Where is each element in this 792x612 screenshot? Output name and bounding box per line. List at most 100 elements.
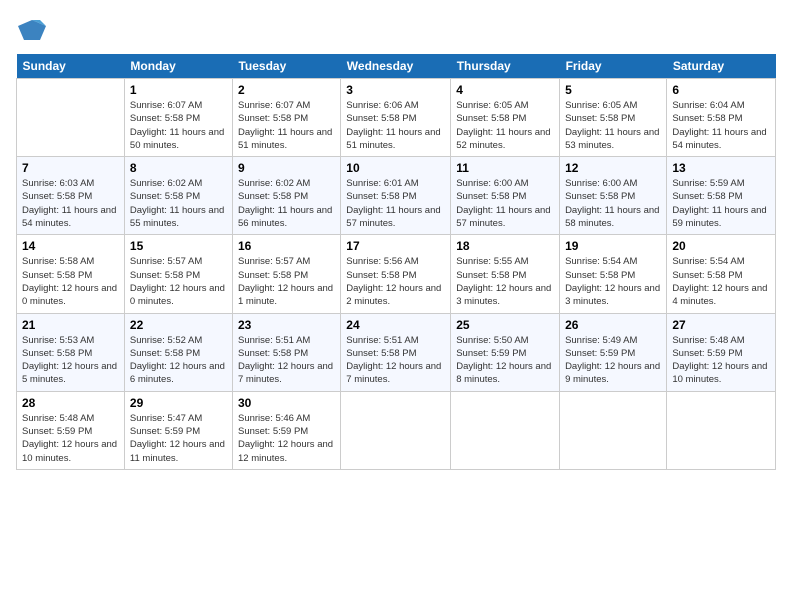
calendar-cell: 26 Sunrise: 5:49 AMSunset: 5:59 PMDayligh… [560,313,667,391]
calendar-cell [341,391,451,469]
day-number: 1 [130,83,227,97]
calendar-cell: 11 Sunrise: 6:00 AMSunset: 5:58 PMDayligh… [451,157,560,235]
week-row-2: 7 Sunrise: 6:03 AMSunset: 5:58 PMDaylight… [17,157,776,235]
calendar-cell: 1 Sunrise: 6:07 AMSunset: 5:58 PMDaylight… [124,79,232,157]
day-info: Sunrise: 6:01 AMSunset: 5:58 PMDaylight:… [346,177,445,230]
calendar-cell: 18 Sunrise: 5:55 AMSunset: 5:58 PMDayligh… [451,235,560,313]
weekday-header-saturday: Saturday [667,54,776,79]
day-number: 26 [565,318,661,332]
day-number: 13 [672,161,770,175]
day-number: 24 [346,318,445,332]
calendar-table: SundayMondayTuesdayWednesdayThursdayFrid… [16,54,776,470]
day-info: Sunrise: 6:00 AMSunset: 5:58 PMDaylight:… [456,177,554,230]
day-info: Sunrise: 6:05 AMSunset: 5:58 PMDaylight:… [565,99,661,152]
day-number: 30 [238,396,335,410]
calendar-cell: 22 Sunrise: 5:52 AMSunset: 5:58 PMDayligh… [124,313,232,391]
day-info: Sunrise: 5:59 AMSunset: 5:58 PMDaylight:… [672,177,770,230]
calendar-cell [560,391,667,469]
weekday-header-tuesday: Tuesday [232,54,340,79]
day-info: Sunrise: 5:46 AMSunset: 5:59 PMDaylight:… [238,412,335,465]
weekday-header-monday: Monday [124,54,232,79]
week-row-4: 21 Sunrise: 5:53 AMSunset: 5:58 PMDayligh… [17,313,776,391]
day-number: 3 [346,83,445,97]
day-info: Sunrise: 6:00 AMSunset: 5:58 PMDaylight:… [565,177,661,230]
day-number: 20 [672,239,770,253]
day-number: 9 [238,161,335,175]
calendar-cell: 17 Sunrise: 5:56 AMSunset: 5:58 PMDayligh… [341,235,451,313]
calendar-cell: 9Sunrise: 6:02 AMSunset: 5:58 PMDaylight… [232,157,340,235]
day-number: 25 [456,318,554,332]
day-info: Sunrise: 5:55 AMSunset: 5:58 PMDaylight:… [456,255,554,308]
calendar-cell: 21 Sunrise: 5:53 AMSunset: 5:58 PMDayligh… [17,313,125,391]
day-info: Sunrise: 6:07 AMSunset: 5:58 PMDaylight:… [238,99,335,152]
day-number: 10 [346,161,445,175]
page-header [16,16,776,44]
day-info: Sunrise: 5:51 AMSunset: 5:58 PMDaylight:… [238,334,335,387]
day-number: 16 [238,239,335,253]
calendar-cell: 20 Sunrise: 5:54 AMSunset: 5:58 PMDayligh… [667,235,776,313]
calendar-cell: 16 Sunrise: 5:57 AMSunset: 5:58 PMDayligh… [232,235,340,313]
calendar-cell: 5Sunrise: 6:05 AMSunset: 5:58 PMDaylight… [560,79,667,157]
day-info: Sunrise: 5:48 AMSunset: 5:59 PMDaylight:… [672,334,770,387]
day-info: Sunrise: 5:58 AMSunset: 5:58 PMDaylight:… [22,255,119,308]
day-info: Sunrise: 6:02 AMSunset: 5:58 PMDaylight:… [130,177,227,230]
calendar-cell: 30 Sunrise: 5:46 AMSunset: 5:59 PMDayligh… [232,391,340,469]
day-info: Sunrise: 5:54 AMSunset: 5:58 PMDaylight:… [565,255,661,308]
day-info: Sunrise: 5:57 AMSunset: 5:58 PMDaylight:… [238,255,335,308]
calendar-cell: 25Sunrise: 5:50 AMSunset: 5:59 PMDayligh… [451,313,560,391]
day-number: 12 [565,161,661,175]
day-number: 17 [346,239,445,253]
week-row-5: 28 Sunrise: 5:48 AMSunset: 5:59 PMDayligh… [17,391,776,469]
calendar-cell: 13 Sunrise: 5:59 AMSunset: 5:58 PMDayligh… [667,157,776,235]
day-info: Sunrise: 5:57 AMSunset: 5:58 PMDaylight:… [130,255,227,308]
weekday-header-thursday: Thursday [451,54,560,79]
calendar-cell: 27Sunrise: 5:48 AMSunset: 5:59 PMDayligh… [667,313,776,391]
day-number: 18 [456,239,554,253]
weekday-header-friday: Friday [560,54,667,79]
day-info: Sunrise: 6:03 AMSunset: 5:58 PMDaylight:… [22,177,119,230]
calendar-cell: 7 Sunrise: 6:03 AMSunset: 5:58 PMDaylight… [17,157,125,235]
calendar-cell: 4Sunrise: 6:05 AMSunset: 5:58 PMDaylight… [451,79,560,157]
day-info: Sunrise: 5:54 AMSunset: 5:58 PMDaylight:… [672,255,770,308]
day-number: 21 [22,318,119,332]
calendar-cell: 3 Sunrise: 6:06 AMSunset: 5:58 PMDaylight… [341,79,451,157]
day-info: Sunrise: 6:05 AMSunset: 5:58 PMDaylight:… [456,99,554,152]
day-number: 2 [238,83,335,97]
calendar-cell: 6Sunrise: 6:04 AMSunset: 5:58 PMDaylight… [667,79,776,157]
calendar-cell [667,391,776,469]
calendar-cell: 2 Sunrise: 6:07 AMSunset: 5:58 PMDaylight… [232,79,340,157]
calendar-cell: 23 Sunrise: 5:51 AMSunset: 5:58 PMDayligh… [232,313,340,391]
day-number: 7 [22,161,119,175]
day-info: Sunrise: 5:56 AMSunset: 5:58 PMDaylight:… [346,255,445,308]
calendar-cell: 28 Sunrise: 5:48 AMSunset: 5:59 PMDayligh… [17,391,125,469]
calendar-cell: 24 Sunrise: 5:51 AMSunset: 5:58 PMDayligh… [341,313,451,391]
day-info: Sunrise: 5:49 AMSunset: 5:59 PMDaylight:… [565,334,661,387]
calendar-cell [451,391,560,469]
logo [16,16,46,44]
day-number: 15 [130,239,227,253]
calendar-cell: 14 Sunrise: 5:58 AMSunset: 5:58 PMDayligh… [17,235,125,313]
weekday-header-wednesday: Wednesday [341,54,451,79]
weekday-header-row: SundayMondayTuesdayWednesdayThursdayFrid… [17,54,776,79]
day-info: Sunrise: 6:06 AMSunset: 5:58 PMDaylight:… [346,99,445,152]
day-number: 22 [130,318,227,332]
day-info: Sunrise: 6:07 AMSunset: 5:58 PMDaylight:… [130,99,227,152]
day-info: Sunrise: 5:51 AMSunset: 5:58 PMDaylight:… [346,334,445,387]
calendar-cell: 29Sunrise: 5:47 AMSunset: 5:59 PMDayligh… [124,391,232,469]
day-info: Sunrise: 5:52 AMSunset: 5:58 PMDaylight:… [130,334,227,387]
day-number: 8 [130,161,227,175]
calendar-cell: 8 Sunrise: 6:02 AMSunset: 5:58 PMDaylight… [124,157,232,235]
day-number: 11 [456,161,554,175]
calendar-cell: 19 Sunrise: 5:54 AMSunset: 5:58 PMDayligh… [560,235,667,313]
day-number: 23 [238,318,335,332]
day-info: Sunrise: 6:04 AMSunset: 5:58 PMDaylight:… [672,99,770,152]
day-number: 14 [22,239,119,253]
calendar-cell [17,79,125,157]
week-row-1: 1 Sunrise: 6:07 AMSunset: 5:58 PMDaylight… [17,79,776,157]
day-number: 29 [130,396,227,410]
day-number: 28 [22,396,119,410]
calendar-cell: 10 Sunrise: 6:01 AMSunset: 5:58 PMDayligh… [341,157,451,235]
day-number: 19 [565,239,661,253]
day-info: Sunrise: 5:48 AMSunset: 5:59 PMDaylight:… [22,412,119,465]
day-info: Sunrise: 5:53 AMSunset: 5:58 PMDaylight:… [22,334,119,387]
